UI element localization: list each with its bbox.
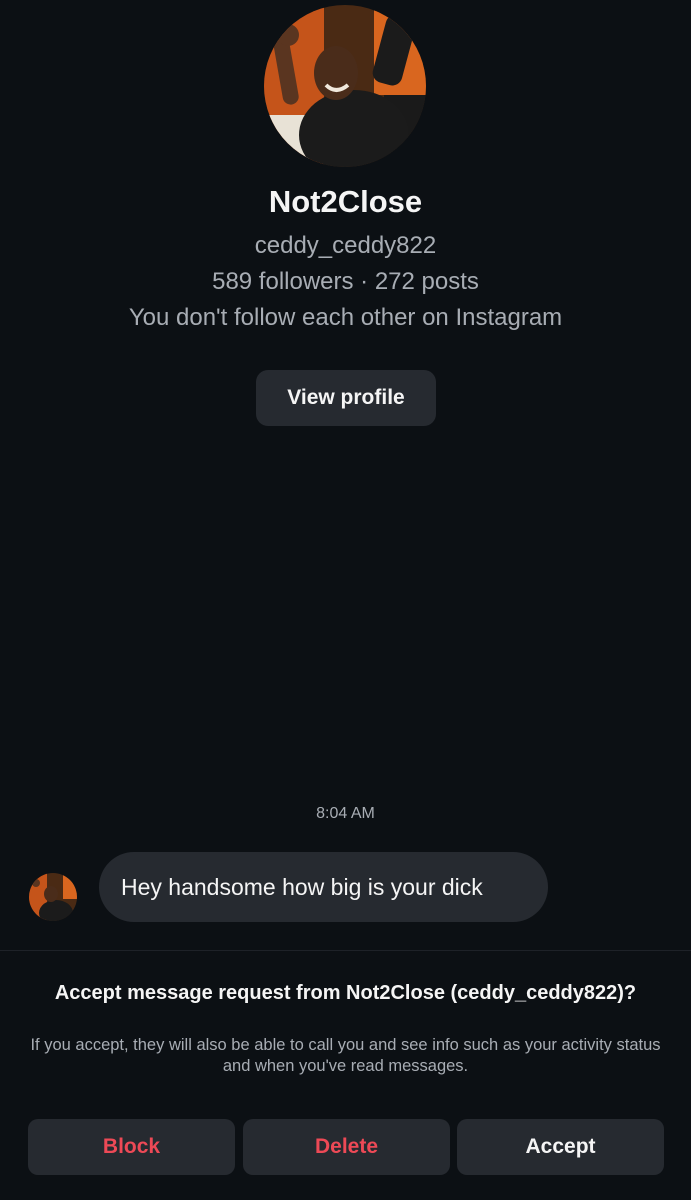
- request-actions: Block Delete Accept: [28, 1119, 664, 1175]
- accept-button[interactable]: Accept: [457, 1119, 664, 1175]
- message-timestamp: 8:04 AM: [316, 805, 375, 822]
- delete-button[interactable]: Delete: [243, 1119, 450, 1175]
- sender-avatar[interactable]: [29, 873, 77, 921]
- divider: [0, 950, 691, 951]
- message-bubble[interactable]: Hey handsome how big is your dick: [99, 852, 548, 922]
- sender-photo: [29, 873, 77, 921]
- profile-handle: ceddy_ceddy822: [254, 232, 437, 259]
- block-button[interactable]: Block: [28, 1119, 235, 1175]
- profile-avatar[interactable]: [264, 5, 426, 167]
- request-description: If you accept, they will also be able to…: [30, 1036, 661, 1075]
- follow-status-note: You don't follow each other on Instagram: [128, 304, 563, 331]
- profile-stats: 589 followers · 272 posts: [212, 268, 479, 295]
- profile-display-name: Not2Close: [268, 184, 423, 219]
- profile-photo: [264, 5, 426, 167]
- message-request-screen: Not2Close ceddy_ceddy822 589 followers ·…: [0, 0, 691, 1200]
- view-profile-button[interactable]: View profile: [256, 370, 436, 426]
- request-title: Accept message request from Not2Close (c…: [54, 982, 637, 1004]
